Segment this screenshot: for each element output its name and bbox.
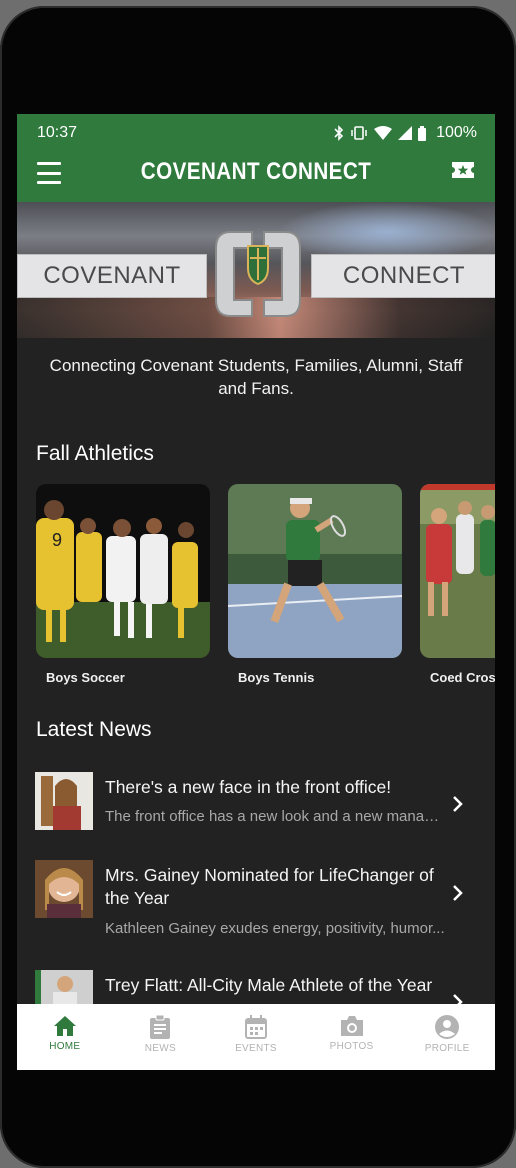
card-coed-cross[interactable]: Coed Cross bbox=[420, 484, 495, 685]
card-boys-tennis[interactable]: Boys Tennis bbox=[228, 484, 402, 685]
app-screen: 10:37 100% COVENANT CONNECT COVENANT CON… bbox=[17, 114, 495, 1070]
phone-frame: 10:37 100% COVENANT CONNECT COVENANT CON… bbox=[0, 6, 516, 1168]
coed-cross-image bbox=[420, 484, 495, 658]
nav-home[interactable]: HOME bbox=[17, 1004, 113, 1070]
boys-soccer-image: 9 bbox=[36, 484, 210, 658]
vibrate-icon bbox=[351, 126, 367, 140]
chevron-right-icon bbox=[453, 885, 463, 901]
banner-right-text: CONNECT bbox=[311, 254, 495, 298]
wifi-icon bbox=[374, 126, 393, 140]
news-item[interactable]: Mrs. Gainey Nominated for LifeChanger of… bbox=[17, 860, 495, 960]
card-boys-soccer[interactable]: 9 Boys Soccer bbox=[36, 484, 210, 685]
news-summary: Kathleen Gainey exudes energy, positivit… bbox=[105, 920, 445, 937]
news-thumbnail bbox=[35, 860, 93, 918]
nav-profile[interactable]: PROFILE bbox=[399, 1004, 495, 1070]
card-label: Boys Tennis bbox=[238, 670, 315, 685]
cc-logo-icon bbox=[215, 231, 301, 317]
hero-banner: COVENANT CONNECT bbox=[17, 202, 495, 338]
nav-events[interactable]: EVENTS bbox=[208, 1004, 304, 1070]
nav-label: HOME bbox=[49, 1041, 81, 1052]
app-bar: 10:37 100% COVENANT CONNECT bbox=[17, 114, 495, 202]
nav-label: PROFILE bbox=[424, 1043, 470, 1054]
ticket-icon[interactable] bbox=[451, 160, 475, 180]
status-bar: 10:37 100% bbox=[37, 124, 477, 146]
battery-icon bbox=[418, 125, 427, 141]
card-label: Coed Cross bbox=[430, 670, 495, 685]
news-thumbnail bbox=[35, 772, 93, 830]
boys-tennis-image bbox=[228, 484, 402, 658]
card-label: Boys Soccer bbox=[46, 670, 125, 685]
athletics-carousel[interactable]: 9 Boys Soccer Boys Tennis Coed Cros bbox=[36, 484, 495, 694]
nav-news[interactable]: NEWS bbox=[113, 1004, 209, 1070]
camera-icon bbox=[340, 1016, 363, 1036]
news-title: There's a new face in the front office! bbox=[105, 777, 392, 797]
calendar-icon bbox=[244, 1015, 267, 1039]
nav-photos[interactable]: PHOTOS bbox=[304, 1004, 400, 1070]
home-icon bbox=[53, 1016, 76, 1036]
signal-icon bbox=[398, 126, 413, 140]
news-summary: The front office has a new look and a ne… bbox=[105, 808, 445, 825]
clipboard-icon bbox=[150, 1015, 171, 1039]
tagline: Connecting Covenant Students, Families, … bbox=[49, 356, 463, 398]
news-title: Mrs. Gainey Nominated for LifeChanger of… bbox=[105, 865, 434, 908]
nav-label: NEWS bbox=[144, 1043, 176, 1054]
fall-athletics-title: Fall Athletics bbox=[36, 442, 154, 465]
battery-percent: 100% bbox=[436, 124, 477, 141]
nav-label: EVENTS bbox=[235, 1043, 277, 1054]
news-title: Trey Flatt: All-City Male Athlete of the… bbox=[105, 975, 433, 995]
bluetooth-icon bbox=[334, 125, 344, 141]
bottom-navigation: HOME NEWS EVENTS PHOTOS PROFILE bbox=[17, 1004, 495, 1070]
news-item[interactable]: There's a new face in the front office! … bbox=[17, 772, 495, 852]
app-title: COVENANT CONNECT bbox=[140, 158, 372, 185]
profile-icon bbox=[435, 1015, 460, 1039]
toolbar: COVENANT CONNECT bbox=[17, 152, 495, 202]
latest-news-title: Latest News bbox=[36, 718, 152, 741]
banner-left-text: COVENANT bbox=[17, 254, 207, 298]
nav-label: PHOTOS bbox=[329, 1041, 374, 1052]
chevron-right-icon bbox=[453, 796, 463, 812]
status-time: 10:37 bbox=[37, 124, 78, 141]
svg-text:9: 9 bbox=[52, 530, 62, 550]
